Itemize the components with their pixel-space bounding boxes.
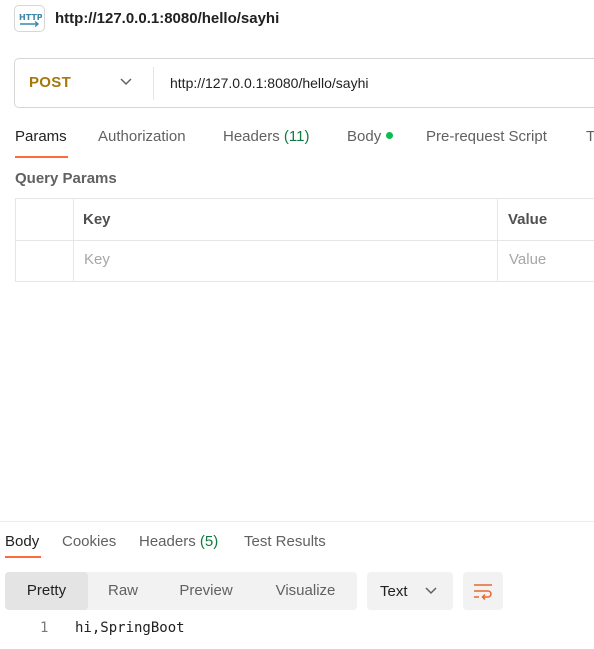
view-visualize-button[interactable]: Visualize [254, 572, 357, 610]
format-select-value: Text [380, 583, 408, 600]
svg-text:HTTP: HTTP [19, 13, 42, 22]
tab-label: Test Results [244, 533, 326, 550]
tab-label: Body [5, 533, 40, 550]
tab-label: Headers [139, 533, 196, 550]
tab-label: Pre-request Script [426, 128, 547, 145]
param-key-input[interactable]: Key [84, 251, 110, 268]
tab-label: Authorization [98, 128, 186, 145]
body-indicator-dot [386, 132, 394, 139]
wrap-lines-icon [474, 584, 492, 600]
tab-label: Cookies [62, 533, 117, 550]
http-icon: HTTP [14, 5, 45, 32]
view-raw-button[interactable]: Raw [88, 572, 158, 610]
tab-response-body[interactable]: Body [5, 533, 39, 550]
tab-cookies[interactable]: Cookies [62, 533, 116, 550]
chevron-down-icon [425, 587, 437, 595]
request-title[interactable]: http://127.0.0.1:8080/hello/sayhi [55, 10, 279, 27]
tab-label: Tests [586, 128, 594, 145]
request-url-bar: POST http://127.0.0.1:8080/hello/sayhi [14, 58, 594, 108]
view-preview-button[interactable]: Preview [158, 572, 254, 610]
method-select[interactable]: POST [29, 74, 71, 91]
query-params-table: Key Value Key Value [15, 198, 594, 282]
response-tabs: Body Cookies Headers (5) Test Results [0, 533, 594, 561]
view-mode-group: Pretty Raw Preview Visualize [5, 572, 357, 610]
line-number: 1 [40, 620, 49, 636]
wrap-lines-button[interactable] [463, 572, 503, 610]
response-body-line: 1 hi,SpringBoot [0, 619, 594, 639]
tab-label: Body [347, 128, 382, 145]
chevron-down-icon[interactable] [120, 78, 132, 86]
active-tab-indicator [15, 156, 68, 158]
headers-count: (11) [283, 128, 310, 145]
tab-authorization[interactable]: Authorization [98, 128, 186, 145]
divider [153, 67, 154, 100]
tab-label: Headers [223, 128, 280, 145]
tab-params[interactable]: Params [15, 128, 67, 145]
param-value-input[interactable]: Value [509, 251, 546, 268]
request-tabs: Params Authorization Headers (11) Body P… [0, 128, 594, 160]
column-divider [497, 199, 498, 281]
response-divider[interactable] [0, 521, 594, 522]
active-tab-indicator [5, 556, 41, 558]
headers-count: (5) [199, 533, 219, 550]
tab-tests[interactable]: Tests [586, 128, 594, 145]
format-select[interactable]: Text [367, 572, 453, 610]
url-input[interactable]: http://127.0.0.1:8080/hello/sayhi [170, 75, 368, 91]
column-header-key: Key [83, 211, 111, 228]
tab-test-results[interactable]: Test Results [244, 533, 326, 550]
query-params-heading: Query Params [15, 170, 117, 187]
column-header-value: Value [508, 211, 548, 228]
tab-headers[interactable]: Headers (11) [223, 128, 309, 145]
tab-body[interactable]: Body [347, 128, 394, 145]
tab-label: Params [15, 128, 67, 145]
column-divider [73, 199, 74, 281]
request-title-bar: HTTP http://127.0.0.1:8080/hello/sayhi [0, 0, 594, 40]
tab-pre-request-script[interactable]: Pre-request Script [426, 128, 547, 145]
tab-response-headers[interactable]: Headers (5) [139, 533, 218, 550]
view-pretty-button[interactable]: Pretty [5, 572, 88, 610]
response-body-text[interactable]: hi,SpringBoot [75, 620, 185, 636]
